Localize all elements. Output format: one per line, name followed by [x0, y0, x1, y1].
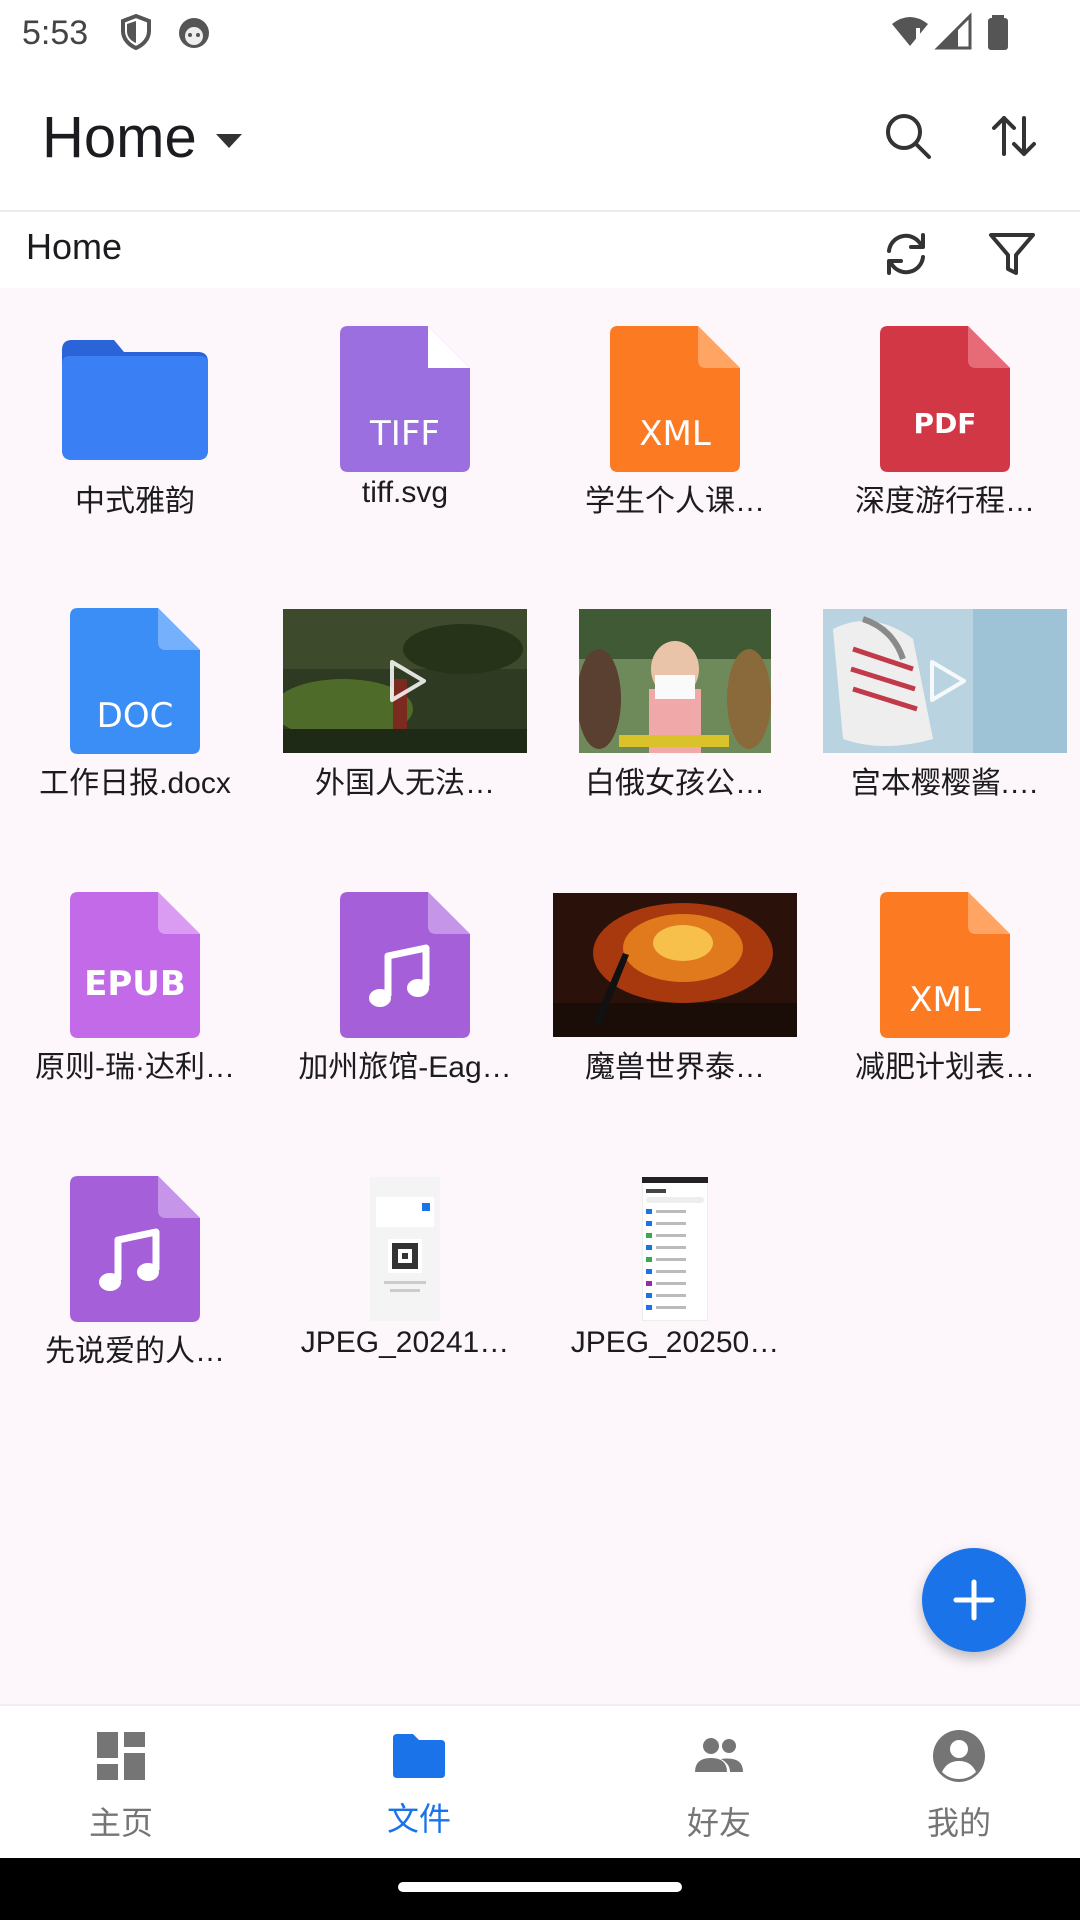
dashboard-icon — [97, 1732, 145, 1780]
video-thumbnail — [283, 609, 527, 753]
sort-icon — [992, 116, 1036, 156]
file-name: JPEG_20241… — [300, 1326, 510, 1359]
path-bar: Home — [0, 212, 1080, 288]
video-thumbnail — [553, 893, 797, 1037]
wifi-icon — [892, 17, 928, 46]
breadcrumb[interactable]: Home — [26, 226, 122, 268]
refresh-button[interactable] — [878, 226, 934, 282]
home-gesture-handle[interactable] — [398, 1882, 682, 1892]
pdf-file-icon: PDF — [880, 326, 1010, 472]
nav-label: 文件 — [386, 1801, 451, 1837]
filter-button[interactable] — [984, 226, 1040, 282]
file-item-image[interactable]: JPEG_20250… — [540, 1140, 810, 1400]
filter-icon — [989, 233, 1035, 275]
face-icon — [179, 18, 209, 48]
audio-file-icon — [70, 1176, 200, 1322]
file-name: 外国人无法… — [315, 767, 495, 800]
file-name: 减肥计划表… — [855, 1051, 1035, 1084]
file-item-audio[interactable]: 先说爱的人… — [0, 1140, 270, 1400]
folder-icon — [62, 340, 208, 460]
nav-label: 主页 — [88, 1805, 153, 1841]
file-item-doc[interactable]: PDF 深度游行程… — [810, 290, 1080, 550]
tiff-file-icon: TIFF — [340, 326, 470, 472]
file-item-video[interactable]: 外国人无法… — [270, 572, 540, 832]
file-name: 白俄女孩公… — [585, 767, 765, 800]
gesture-bar — [0, 1858, 1080, 1920]
file-name: 学生个人课… — [585, 485, 765, 518]
play-icon — [390, 660, 426, 702]
nav-item-files[interactable]: 文件 — [284, 1706, 554, 1860]
nav-label: 我的 — [926, 1805, 991, 1841]
file-name: 中式雅韵 — [75, 485, 195, 518]
video-thumbnail — [579, 609, 771, 753]
search-icon — [886, 114, 931, 159]
nav-label: 好友 — [686, 1805, 751, 1841]
battery-icon — [988, 15, 1008, 50]
file-name: 工作日报.docx — [39, 767, 231, 800]
audio-file-icon — [340, 892, 470, 1038]
file-item-audio[interactable]: 加州旅馆-Eag… — [270, 856, 540, 1116]
file-item-video[interactable]: 白俄女孩公… — [540, 572, 810, 832]
dropdown-arrow-icon[interactable] — [214, 126, 244, 156]
page-title[interactable]: Home — [42, 104, 197, 171]
sort-button[interactable] — [982, 104, 1046, 168]
file-name: JPEG_20250… — [570, 1326, 780, 1359]
nav-item-me[interactable]: 我的 — [824, 1706, 1080, 1860]
file-item-video[interactable]: 魔兽世界泰… — [540, 856, 810, 1116]
status-time: 5:53 — [22, 14, 89, 52]
status-bar: 5:53 — [0, 0, 1080, 64]
plus-icon — [953, 1579, 995, 1621]
app-bar: Home — [0, 64, 1080, 212]
file-item-folder[interactable]: 中式雅韵 — [0, 290, 270, 550]
nav-item-home[interactable]: 主页 — [0, 1706, 256, 1860]
file-name: 加州旅馆-Eag… — [298, 1051, 512, 1084]
add-button[interactable] — [922, 1548, 1026, 1652]
image-thumbnail — [370, 1177, 440, 1321]
xml-file-icon: XML — [880, 892, 1010, 1038]
xml-file-icon: XML — [610, 326, 740, 472]
refresh-icon — [887, 233, 925, 275]
search-button[interactable] — [876, 104, 940, 168]
file-name: 深度游行程… — [855, 485, 1035, 518]
folder-icon — [393, 1734, 445, 1778]
file-name: tiff.svg — [361, 476, 449, 509]
video-thumbnail — [823, 609, 1067, 753]
file-name: 宫本樱樱酱.… — [850, 767, 1040, 800]
file-name: 原则-瑞·达利… — [35, 1051, 235, 1084]
signal-icon — [934, 12, 972, 50]
epub-file-icon: EPUB — [70, 892, 200, 1038]
file-item-image[interactable]: JPEG_20241… — [270, 1140, 540, 1400]
shield-icon — [121, 13, 151, 51]
file-item-doc[interactable]: EPUB 原则-瑞·达利… — [0, 856, 270, 1116]
people-icon — [695, 1738, 743, 1772]
file-item-doc[interactable]: TIFF tiff.svg — [270, 290, 540, 550]
nav-item-friends[interactable]: 好友 — [584, 1706, 854, 1860]
account-icon — [933, 1730, 985, 1782]
image-thumbnail — [642, 1177, 708, 1321]
bottom-navigation: 主页 文件 好友 我的 — [0, 1704, 1080, 1858]
file-name: 先说爱的人… — [45, 1335, 225, 1368]
play-icon — [930, 660, 966, 702]
file-name: 魔兽世界泰… — [585, 1051, 765, 1084]
file-item-doc[interactable]: XML 减肥计划表… — [810, 856, 1080, 1116]
doc-file-icon: DOC — [70, 608, 200, 754]
file-item-doc[interactable]: DOC 工作日报.docx — [0, 572, 270, 832]
file-item-doc[interactable]: XML 学生个人课… — [540, 290, 810, 550]
file-item-video[interactable]: 宫本樱樱酱.… — [810, 572, 1080, 832]
